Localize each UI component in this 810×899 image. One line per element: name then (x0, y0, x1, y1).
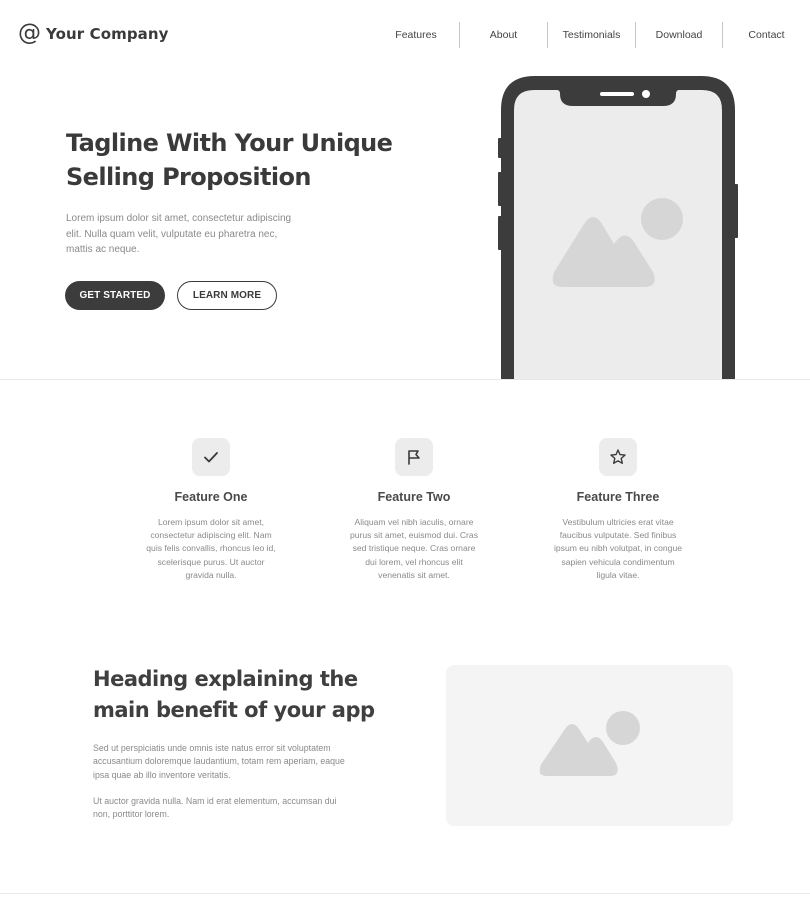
phone-mockup (498, 76, 738, 380)
nav-link-features[interactable]: Features (373, 22, 459, 48)
nav-link-contact[interactable]: Contact (722, 22, 810, 48)
nav-link-testimonials[interactable]: Testimonials (547, 22, 635, 48)
brand-name: Your Company (46, 25, 169, 43)
feature-card-three: Feature Three Vestibulum ultricies erat … (543, 438, 693, 582)
hero-title: Tagline With Your Unique Selling Proposi… (66, 129, 393, 191)
top-navigation: @ Your Company Features About Testimonia… (0, 0, 810, 70)
benefit-paragraph: Ut auctor gravida nulla. Nam id erat ele… (93, 796, 337, 820)
feature-card-two: Feature Two Aliquam vel nibh iaculis, or… (339, 438, 489, 582)
star-icon (599, 438, 637, 476)
feature-card-one: Feature One Lorem ipsum dolor sit amet, … (136, 438, 286, 582)
get-started-button[interactable]: GET STARTED (65, 281, 165, 310)
footer-divider (0, 893, 810, 894)
section-divider (0, 379, 810, 380)
benefit-heading: Heading explaining the main benefit of y… (93, 667, 375, 722)
feature-title: Feature Two (377, 490, 451, 504)
at-sign-icon: @ (18, 20, 41, 46)
learn-more-button[interactable]: LEARN MORE (177, 281, 277, 310)
feature-description: Lorem ipsum dolor sit amet, consectetur … (146, 517, 276, 580)
feature-description: Aliquam vel nibh iaculis, ornare purus s… (349, 517, 478, 580)
feature-title: Feature One (174, 490, 248, 504)
nav-links: Features About Testimonials Download Con… (373, 22, 810, 48)
feature-description: Vestibulum ultricies erat vitae faucibus… (553, 517, 683, 580)
brand-logo[interactable]: @ Your Company (18, 22, 169, 46)
benefit-image (446, 665, 733, 826)
nav-link-about[interactable]: About (459, 22, 547, 48)
hero-description: Lorem ipsum dolor sit amet, consectetur … (66, 213, 292, 255)
feature-title: Feature Three (576, 490, 660, 504)
benefit-paragraph: Sed ut perspiciatis unde omnis iste natu… (93, 743, 345, 780)
check-icon (192, 438, 230, 476)
flag-icon (395, 438, 433, 476)
image-placeholder-icon (539, 711, 640, 776)
nav-link-download[interactable]: Download (635, 22, 722, 48)
